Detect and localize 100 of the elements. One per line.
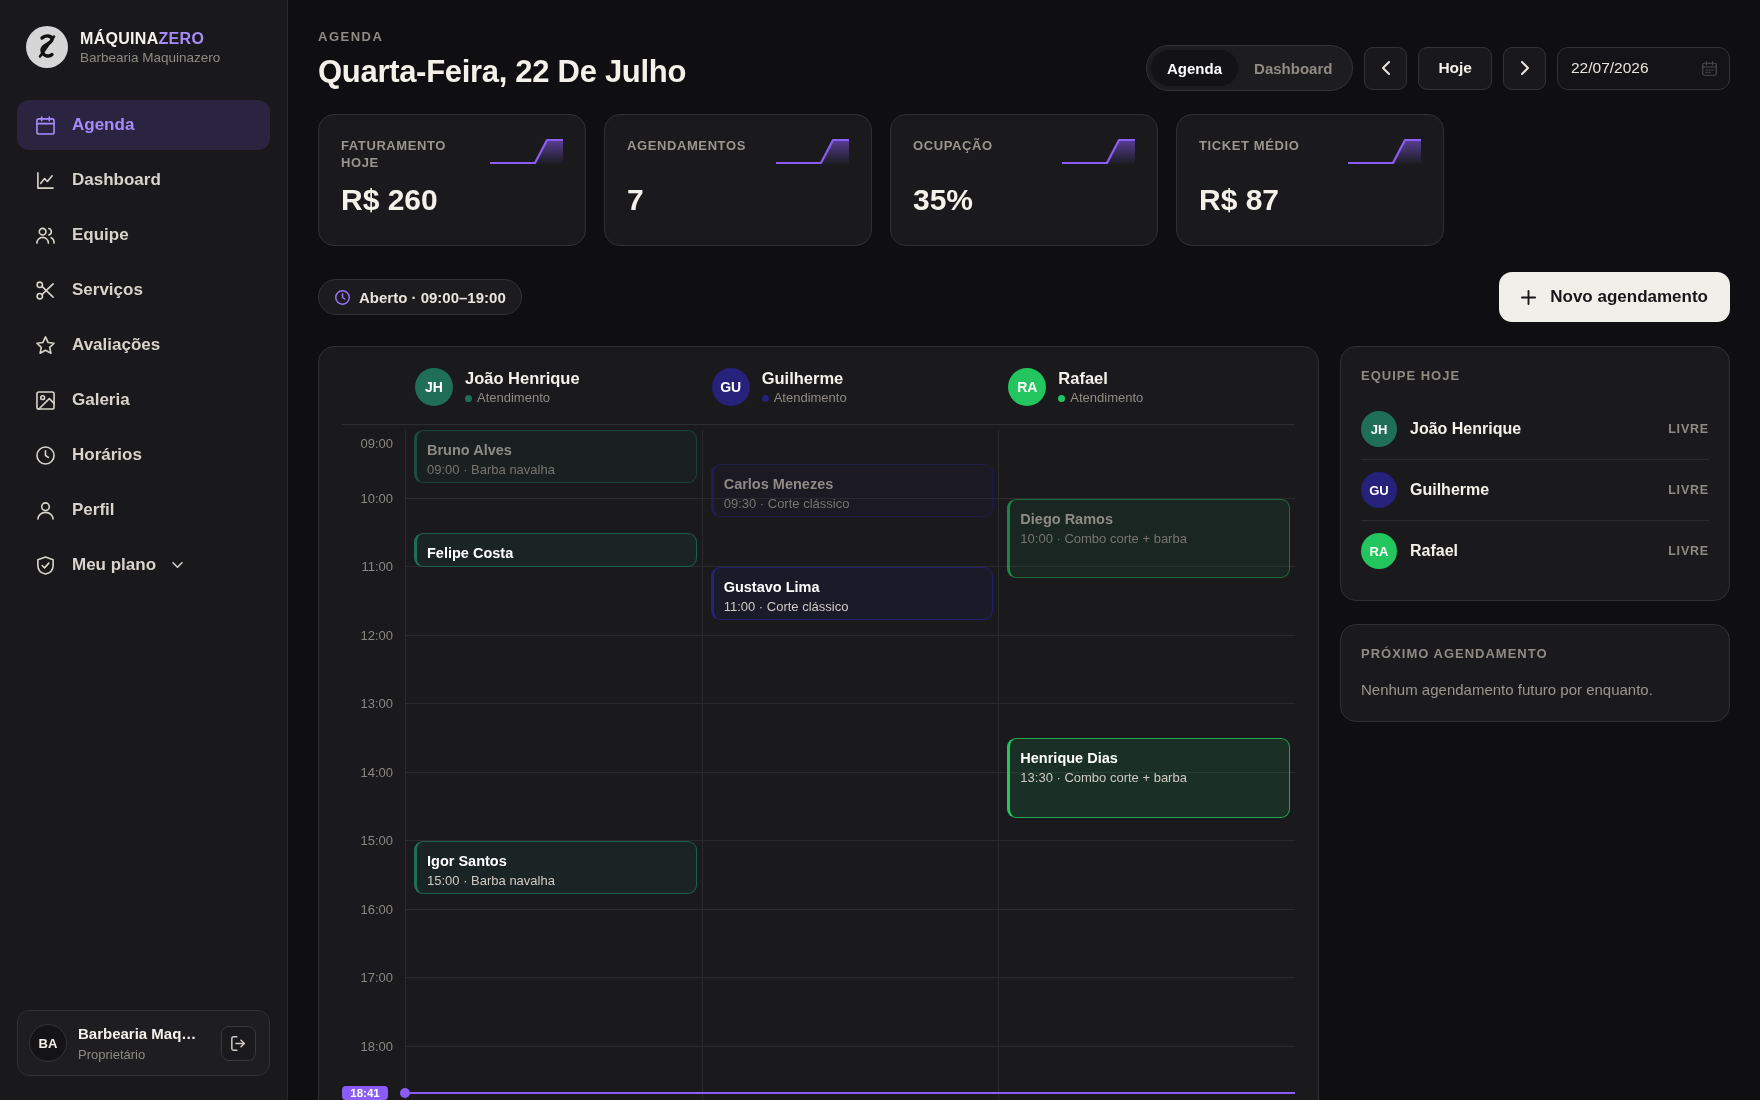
- member-status: LIVRE: [1668, 422, 1709, 436]
- client-name: Bruno Alves: [427, 441, 513, 459]
- image-icon: [36, 390, 55, 410]
- member-name: Rafael: [1410, 542, 1460, 560]
- previous-button[interactable]: [1364, 46, 1408, 90]
- member-avatar: GU: [1361, 472, 1397, 508]
- star-icon: [36, 335, 55, 355]
- line-chart-icon: [36, 170, 55, 190]
- nav-item[interactable]: Meu plano: [17, 540, 270, 590]
- chevron-right-icon: [1520, 61, 1529, 75]
- appointment-card[interactable]: Carlos Menezes 09:30 · Corte clássico: [710, 464, 994, 518]
- hour-label: 18:00: [360, 1038, 393, 1055]
- page-eyebrow: AGENDA: [318, 29, 385, 45]
- staff-name: Rafael: [1058, 368, 1109, 388]
- appointment-detail: 09:00 · Barba navalha: [427, 461, 556, 478]
- hour-label: 10:00: [360, 490, 393, 507]
- calendar-icon: [36, 115, 55, 135]
- clock-icon: [335, 289, 350, 305]
- client-name: Igor Santos: [427, 852, 508, 870]
- hour-label: 16:00: [360, 901, 393, 918]
- calendar-icon: [1702, 60, 1717, 76]
- member-status: LIVRE: [1668, 483, 1709, 497]
- appointment-detail: 10:00 · Combo corte + barba: [1020, 529, 1188, 547]
- hour-label: 11:00: [361, 559, 393, 575]
- member-name: João Henrique: [1410, 420, 1523, 438]
- member-status: LIVRE: [1668, 544, 1709, 558]
- view-tab[interactable]: Dashboard: [1238, 50, 1349, 86]
- nav-item[interactable]: Agenda: [17, 100, 270, 150]
- logout-icon: [231, 1035, 246, 1051]
- client-name: Henrique Dias: [1020, 749, 1119, 768]
- nav-item[interactable]: Equipe: [17, 210, 270, 260]
- user-icon: [36, 500, 55, 520]
- hour-label: 14:00: [360, 764, 393, 781]
- view-tab[interactable]: Agenda: [1151, 50, 1239, 86]
- hour-label: 15:00: [360, 833, 393, 849]
- nav-item[interactable]: Avaliações: [17, 320, 270, 370]
- stat-value: R$ 260: [341, 182, 439, 218]
- staff-status: Atendimento: [1070, 390, 1144, 406]
- hour-label: 17:00: [360, 970, 393, 986]
- staff-name: Guilherme: [761, 368, 845, 388]
- empty-message: Nenhum agendamento futuro por enquanto.: [1361, 680, 1654, 700]
- brand-subtitle: Barbearia Maquinazero: [80, 48, 221, 66]
- hour-label: 12:00: [360, 627, 393, 644]
- panel-title: PRÓXIMO AGENDAMENTO: [1361, 646, 1549, 662]
- client-name: Diego Ramos: [1020, 509, 1114, 528]
- stat-value: 7: [627, 182, 645, 218]
- next-button[interactable]: [1503, 46, 1546, 90]
- stat-value: 35%: [913, 182, 975, 218]
- shield-check-icon: [36, 555, 55, 575]
- stat-label: OCUPAÇÃO: [913, 137, 993, 154]
- appointment-card[interactable]: Henrique Dias 13:30 · Combo corte + barba: [1007, 738, 1290, 819]
- staff-avatar: RA: [1008, 368, 1047, 406]
- client-name: Gustavo Lima: [723, 578, 821, 596]
- member-avatar: JH: [1361, 411, 1397, 447]
- nav-item[interactable]: Perfil: [17, 485, 270, 535]
- today-button[interactable]: Hoje: [1418, 46, 1492, 90]
- chevron-down-icon: [172, 562, 184, 568]
- appointment-card[interactable]: Bruno Alves 09:00 · Barba navalha: [414, 430, 697, 483]
- nav-item[interactable]: Horários: [17, 430, 270, 480]
- stat-label: FATURAMENTO HOJE: [341, 137, 448, 171]
- current-time: 18:41: [342, 1086, 388, 1100]
- chevron-left-icon: [1381, 61, 1390, 75]
- user-avatar: BA: [29, 1024, 67, 1062]
- nav-item[interactable]: Dashboard: [17, 155, 270, 205]
- staff-avatar: JH: [415, 368, 453, 406]
- nav-item[interactable]: Serviços: [17, 265, 270, 315]
- staff-name: João Henrique: [465, 368, 580, 388]
- logout-button[interactable]: [221, 1025, 256, 1061]
- appointment-card[interactable]: Igor Santos 15:00 · Barba navalha: [414, 841, 697, 894]
- stat-label: AGENDAMENTOS: [627, 137, 746, 154]
- appointment-card[interactable]: Felipe Costa: [414, 532, 697, 567]
- client-name: Carlos Menezes: [723, 475, 835, 494]
- clock-icon: [36, 445, 55, 465]
- opening-hours: Aberto · 09:00–19:00: [359, 288, 506, 306]
- staff-status: Atendimento: [773, 390, 847, 406]
- current-time-marker-icon: [400, 1088, 410, 1099]
- new-appointment-button[interactable]: Novo agendamento: [1499, 272, 1730, 322]
- appointment-card[interactable]: Gustavo Lima 11:00 · Corte clássico: [710, 567, 994, 620]
- member-name: Guilherme: [1410, 481, 1491, 499]
- appointment-card[interactable]: Diego Ramos 10:00 · Combo corte + barba: [1007, 498, 1290, 579]
- staff-avatar: GU: [711, 368, 750, 406]
- nav-item[interactable]: Galeria: [17, 375, 270, 425]
- account-role: Proprietário: [78, 1045, 147, 1063]
- users-icon: [36, 225, 55, 245]
- client-name: Felipe Costa: [427, 543, 515, 562]
- appointment-detail: 11:00 · Corte clássico: [723, 598, 850, 615]
- staff-status: Atendimento: [477, 390, 550, 406]
- page-title: Quarta-Feira, 22 De Julho: [318, 53, 687, 91]
- date-field[interactable]: 22/07/2026: [1557, 46, 1730, 90]
- stat-value: R$ 87: [1199, 182, 1281, 218]
- brand-name: MÁQUINAZERO: [80, 28, 206, 48]
- appointment-detail: 13:30 · Combo corte + barba: [1020, 769, 1188, 787]
- appointment-detail: 15:00 · Barba navalha: [427, 872, 556, 889]
- hour-label: 13:00: [360, 696, 393, 712]
- scissors-icon: [36, 280, 55, 300]
- logo-icon: [26, 26, 68, 68]
- hour-label: 09:00: [360, 436, 393, 452]
- member-avatar: RA: [1361, 533, 1397, 569]
- account-name: Barbearia Maq…: [78, 1023, 198, 1043]
- stat-label: TICKET MÉDIO: [1199, 137, 1300, 154]
